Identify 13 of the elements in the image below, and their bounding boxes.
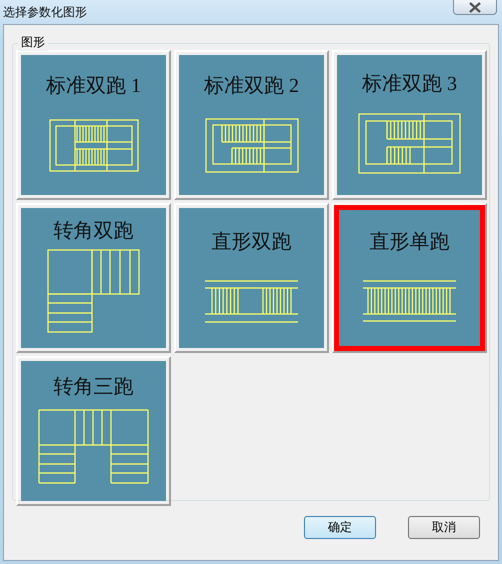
stair-option[interactable]: 标准双跑 2 bbox=[179, 55, 324, 195]
dialog-button[interactable]: 取消 bbox=[408, 516, 480, 539]
stair-option[interactable]: 标准双跑 1 bbox=[21, 55, 166, 195]
close-icon bbox=[468, 2, 482, 12]
stair-option[interactable]: 直形单跑 bbox=[334, 205, 485, 351]
stair-option[interactable]: 转角双跑 bbox=[21, 208, 166, 348]
stair-option[interactable]: 直形双跑 bbox=[179, 208, 324, 348]
stair-option[interactable]: 标准双跑 3 bbox=[337, 55, 482, 195]
stair-option[interactable]: 转角三跑 bbox=[21, 361, 166, 501]
dialog-button[interactable]: 确定 bbox=[304, 516, 376, 539]
group-label: 图形 bbox=[18, 34, 48, 51]
window-title: 选择参数化图形 bbox=[3, 4, 87, 21]
close-button[interactable] bbox=[453, 0, 497, 15]
